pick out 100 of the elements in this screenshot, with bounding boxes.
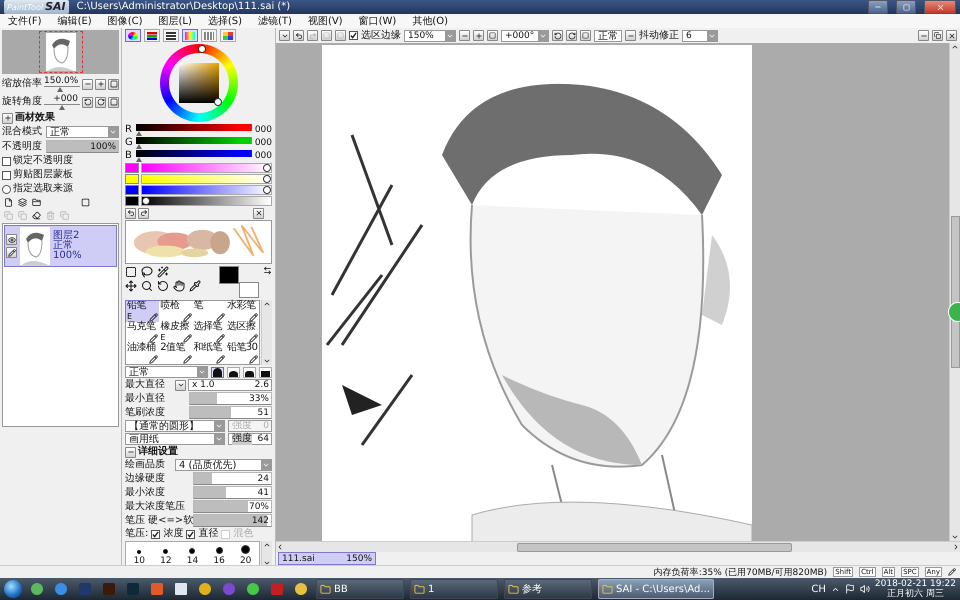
scroll-up-icon[interactable] bbox=[263, 300, 271, 308]
checkbox[interactable] bbox=[2, 156, 11, 166]
zoom-button[interactable] bbox=[108, 78, 120, 90]
checkbox[interactable] bbox=[2, 170, 11, 180]
close-button[interactable] bbox=[946, 30, 957, 41]
tool-button[interactable]: 选择笔 bbox=[192, 322, 226, 343]
zoom-in-button[interactable] bbox=[473, 30, 484, 41]
menu-item[interactable]: 窗口(W) bbox=[358, 14, 396, 28]
scroll-thumb[interactable] bbox=[516, 542, 792, 552]
expand-button[interactable] bbox=[2, 112, 13, 124]
color-mode-tab[interactable] bbox=[163, 29, 179, 42]
radio-button[interactable] bbox=[2, 184, 11, 194]
clear-button[interactable] bbox=[253, 208, 264, 218]
reset-zoom-button[interactable] bbox=[487, 30, 498, 41]
restore-button[interactable] bbox=[932, 30, 943, 41]
zoom-slider[interactable]: 150.0% bbox=[44, 76, 80, 92]
color-mode-tab[interactable] bbox=[125, 29, 141, 42]
texture-select[interactable]: 画用纸 bbox=[125, 433, 225, 445]
brush-size-button[interactable]: 14 bbox=[179, 542, 206, 565]
tool-button[interactable]: 喷枪 bbox=[159, 301, 192, 322]
angle-button[interactable] bbox=[108, 96, 119, 108]
scroll-up-icon[interactable] bbox=[951, 43, 959, 51]
brush-slider[interactable]: 33% bbox=[189, 392, 272, 405]
slider-thumb[interactable] bbox=[57, 87, 64, 92]
tool-button[interactable]: 和纸笔 bbox=[192, 343, 226, 364]
layers-icon[interactable] bbox=[18, 198, 27, 207]
zoom-select[interactable]: 150% bbox=[404, 30, 456, 42]
flip-button[interactable] bbox=[625, 30, 636, 41]
tool-button[interactable]: 油漆桶 bbox=[126, 343, 160, 364]
color-mode-tab[interactable] bbox=[220, 29, 236, 42]
new-layer-icon[interactable] bbox=[4, 198, 13, 207]
hand-icon[interactable] bbox=[173, 280, 185, 292]
brush-size-button[interactable]: 12 bbox=[152, 542, 180, 565]
document-tab[interactable]: 111.sai 150% bbox=[278, 552, 376, 565]
menu-item[interactable]: 选择(S) bbox=[208, 14, 242, 28]
scroll-down-icon[interactable] bbox=[263, 357, 271, 365]
strength-field[interactable]: 强度 64 bbox=[228, 433, 272, 445]
slider-thumb[interactable] bbox=[263, 186, 271, 194]
size-field[interactable]: x 1.0 2.6 bbox=[188, 379, 272, 391]
tool-button[interactable]: 橡皮擦 E bbox=[159, 322, 192, 343]
tool-button[interactable]: 马克笔 bbox=[126, 322, 160, 343]
slider-thumb[interactable] bbox=[263, 175, 271, 183]
undo-button[interactable] bbox=[125, 208, 136, 218]
menu-item[interactable]: 视图(V) bbox=[308, 14, 343, 28]
angle-select[interactable]: +000° bbox=[501, 30, 549, 42]
tool-button[interactable]: 铅笔30 bbox=[226, 343, 259, 364]
clear-icon[interactable] bbox=[32, 211, 41, 220]
tool-button[interactable]: 笔 bbox=[192, 301, 226, 322]
tool-button[interactable]: 水彩笔 bbox=[226, 301, 259, 322]
color-slider[interactable] bbox=[141, 163, 272, 173]
foreground-color-swatch[interactable] bbox=[219, 266, 239, 284]
menu-item[interactable]: 编辑(E) bbox=[58, 14, 92, 28]
scroll-left-icon[interactable] bbox=[276, 543, 284, 551]
reset-rotation-button[interactable] bbox=[580, 30, 591, 41]
brush-size-button[interactable]: 20 bbox=[232, 542, 259, 565]
navigator-preview[interactable] bbox=[2, 30, 119, 74]
checkbox[interactable] bbox=[151, 530, 160, 538]
menu-item[interactable]: 图像(C) bbox=[108, 14, 142, 28]
minimize-button[interactable] bbox=[918, 30, 929, 41]
start-button[interactable] bbox=[4, 580, 22, 598]
opacity-slider[interactable]: 100% bbox=[46, 140, 119, 153]
background-color-swatch[interactable] bbox=[239, 282, 259, 298]
color-slider[interactable] bbox=[136, 124, 252, 136]
brush-blend-select[interactable]: 正常 bbox=[125, 366, 208, 378]
collapse-button[interactable] bbox=[125, 446, 136, 458]
app-icon[interactable] bbox=[247, 583, 259, 595]
tool-button[interactable]: 选区擦 bbox=[226, 322, 259, 343]
maximize-button[interactable] bbox=[896, 0, 916, 14]
blend-mode-select[interactable]: 正常 bbox=[46, 126, 119, 138]
zoom-out-button[interactable] bbox=[459, 30, 470, 41]
brush-slider[interactable]: 41 bbox=[193, 486, 272, 499]
move-icon[interactable] bbox=[125, 280, 137, 292]
app-icon[interactable] bbox=[31, 583, 43, 595]
menu-item[interactable]: 其他(O) bbox=[412, 14, 448, 28]
color-slider[interactable] bbox=[136, 150, 252, 162]
deselect-button[interactable] bbox=[321, 30, 332, 41]
scroll-right-icon[interactable] bbox=[952, 543, 960, 551]
quality-select[interactable]: 4 (品质优先) bbox=[175, 459, 272, 471]
blend-select[interactable]: 正常 bbox=[594, 30, 622, 42]
search-icon[interactable] bbox=[141, 280, 153, 292]
taskbar-task[interactable]: 参考 bbox=[504, 579, 592, 599]
mask-icon[interactable] bbox=[81, 198, 90, 207]
brush-slider[interactable]: 70% bbox=[193, 500, 272, 513]
flag-icon[interactable] bbox=[844, 584, 855, 594]
eyedropper-icon[interactable] bbox=[189, 280, 201, 292]
slider-thumb[interactable] bbox=[142, 197, 150, 205]
menu-button[interactable] bbox=[279, 30, 290, 41]
tool-button[interactable]: 2值笔 bbox=[159, 343, 192, 364]
brush-tip-button[interactable] bbox=[227, 366, 240, 378]
checkbox[interactable] bbox=[349, 31, 358, 40]
angle-slider[interactable]: +000 bbox=[44, 94, 80, 110]
redo-button[interactable] bbox=[138, 208, 149, 218]
size-menu-button[interactable] bbox=[175, 380, 186, 390]
brush-slider[interactable]: 24 bbox=[193, 472, 272, 485]
selection-icon[interactable] bbox=[125, 266, 137, 278]
magic-wand-icon[interactable] bbox=[157, 266, 169, 278]
rotate-icon[interactable] bbox=[157, 280, 169, 292]
color-mode-tab[interactable] bbox=[182, 29, 198, 42]
brush-tip-button[interactable] bbox=[243, 366, 256, 378]
color-slider[interactable] bbox=[141, 174, 272, 184]
